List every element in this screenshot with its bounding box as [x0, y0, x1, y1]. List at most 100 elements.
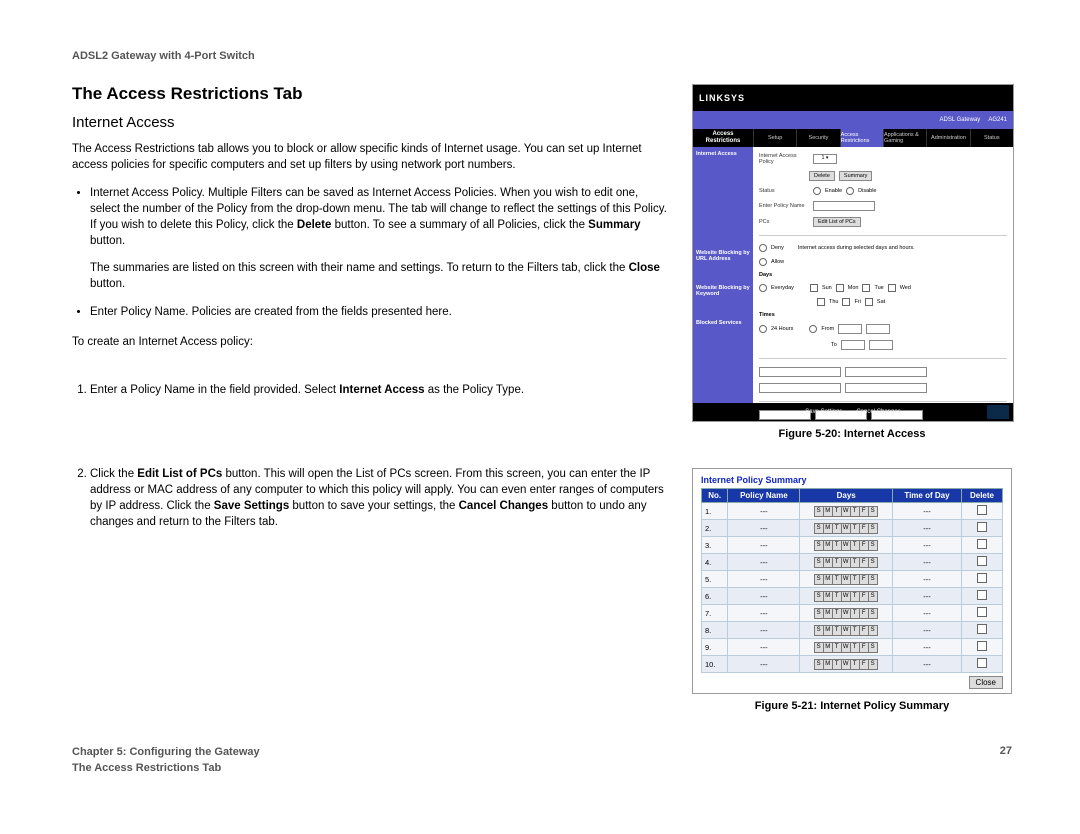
day-box: S	[868, 625, 878, 636]
disable-radio[interactable]	[846, 187, 854, 195]
days-heading: Days	[759, 272, 772, 278]
day-checkbox[interactable]	[865, 298, 873, 306]
delete-button[interactable]: Delete	[809, 171, 835, 181]
policy-name-input[interactable]	[813, 201, 875, 211]
day-box: S	[868, 506, 878, 517]
tab-security[interactable]: Security	[796, 129, 839, 147]
delete-checkbox[interactable]	[977, 556, 987, 566]
page-number: 27	[1000, 745, 1012, 776]
col-days: Days	[800, 489, 893, 503]
close-button[interactable]: Close	[969, 676, 1003, 689]
figure-policy-summary: Internet Policy Summary No. Policy Name …	[692, 468, 1012, 712]
status-label: Status	[759, 188, 809, 194]
instruction-lead: To create an Internet Access policy:	[72, 334, 670, 350]
policy-name-label: Enter Policy Name	[759, 203, 809, 209]
day-box: S	[868, 659, 878, 670]
delete-checkbox[interactable]	[977, 590, 987, 600]
delete-checkbox[interactable]	[977, 505, 987, 515]
tab-setup[interactable]: Setup	[753, 129, 796, 147]
tab-status[interactable]: Status	[970, 129, 1013, 147]
table-row: 9.---SMTWTFS---	[702, 639, 1003, 656]
router-side-labels: Internet Access Website Blocking by URL …	[693, 147, 753, 403]
step-item: Click the Edit List of PCs button. This …	[90, 466, 670, 530]
summary-button[interactable]: Summary	[839, 171, 873, 181]
bullet-list: Internet Access Policy. Multiple Filters…	[90, 185, 670, 320]
table-row: 3.---SMTWTFS---	[702, 537, 1003, 554]
enable-radio[interactable]	[813, 187, 821, 195]
figures-column: LINKSYS ADSL Gateway AG241 Access Restri…	[692, 84, 1012, 740]
day-box: S	[868, 642, 878, 653]
router-code: AG241	[988, 117, 1007, 123]
policy-label: Internet Access Policy	[759, 153, 809, 165]
nav-title-line: Restrictions	[706, 138, 741, 145]
delete-checkbox[interactable]	[977, 539, 987, 549]
day-checkbox[interactable]	[888, 284, 896, 292]
cancel-changes-button[interactable]: Cancel Changes	[856, 409, 900, 415]
delete-checkbox[interactable]	[977, 573, 987, 583]
subsection-title: Internet Access	[72, 114, 670, 131]
url-block-input[interactable]	[759, 367, 841, 377]
router-model: ADSL Gateway	[940, 117, 981, 123]
delete-checkbox[interactable]	[977, 641, 987, 651]
figure-caption: Figure 5-21: Internet Policy Summary	[692, 700, 1012, 712]
edit-list-pcs-button[interactable]: Edit List of PCs	[813, 217, 861, 227]
from-min-select[interactable]	[866, 324, 890, 334]
table-row: 10.---SMTWTFS---	[702, 656, 1003, 673]
pcs-label: PCs	[759, 219, 809, 225]
summary-table: No. Policy Name Days Time of Day Delete …	[701, 488, 1003, 673]
day-box: S	[868, 557, 878, 568]
day-checkbox[interactable]	[817, 298, 825, 306]
times-heading: Times	[759, 312, 775, 318]
delete-checkbox[interactable]	[977, 607, 987, 617]
day-checkbox[interactable]	[842, 298, 850, 306]
policy-select[interactable]: 1 ▾	[813, 154, 837, 164]
day-checkbox[interactable]	[862, 284, 870, 292]
cisco-logo	[987, 405, 1009, 419]
delete-checkbox[interactable]	[977, 658, 987, 668]
day-checkbox[interactable]	[810, 284, 818, 292]
deny-desc: Internet access during selected days and…	[798, 245, 915, 251]
url-block-input[interactable]	[845, 383, 927, 393]
router-brand: LINKSYS	[693, 85, 1013, 111]
tab-applications-gaming[interactable]: Applications & Gaming	[883, 129, 926, 147]
figure-internet-access: LINKSYS ADSL Gateway AG241 Access Restri…	[692, 84, 1012, 440]
deny-radio[interactable]	[759, 244, 767, 252]
steps-list: Enter a Policy Name in the field provide…	[90, 382, 670, 530]
to-min-select[interactable]	[869, 340, 893, 350]
table-row: 2.---SMTWTFS---	[702, 520, 1003, 537]
url-block-input[interactable]	[759, 383, 841, 393]
footer-chapter: Chapter 5: Configuring the Gateway	[72, 745, 260, 760]
tab-access-restrictions[interactable]: Access Restrictions	[840, 129, 883, 147]
col-no: No.	[702, 489, 728, 503]
day-box: S	[868, 523, 878, 534]
table-row: 1.---SMTWTFS---	[702, 503, 1003, 520]
everyday-radio[interactable]	[759, 284, 767, 292]
day-box: S	[868, 608, 878, 619]
table-row: 6.---SMTWTFS---	[702, 588, 1003, 605]
24hours-radio[interactable]	[759, 325, 767, 333]
from-radio[interactable]	[809, 325, 817, 333]
col-policy-name: Policy Name	[728, 489, 800, 503]
nav-title-line: Access	[712, 131, 733, 138]
save-settings-button[interactable]: Save Settings	[805, 409, 842, 415]
summary-title: Internet Policy Summary	[701, 475, 1003, 485]
router-tabs: Setup Security Access Restrictions Appli…	[753, 129, 1013, 147]
day-checkbox[interactable]	[836, 284, 844, 292]
col-time: Time of Day	[892, 489, 961, 503]
delete-checkbox[interactable]	[977, 522, 987, 532]
figure-caption: Figure 5-20: Internet Access	[692, 428, 1012, 440]
url-block-input[interactable]	[845, 367, 927, 377]
table-row: 5.---SMTWTFS---	[702, 571, 1003, 588]
from-hour-select[interactable]	[838, 324, 862, 334]
col-delete: Delete	[961, 489, 1002, 503]
allow-radio[interactable]	[759, 258, 767, 266]
delete-checkbox[interactable]	[977, 624, 987, 634]
day-box: S	[868, 540, 878, 551]
keyword-input[interactable]	[759, 410, 811, 420]
tab-administration[interactable]: Administration	[926, 129, 969, 147]
day-box: S	[868, 591, 878, 602]
intro-paragraph: The Access Restrictions tab allows you t…	[72, 141, 670, 173]
table-row: 8.---SMTWTFS---	[702, 622, 1003, 639]
main-text-column: The Access Restrictions Tab Internet Acc…	[72, 84, 670, 740]
to-hour-select[interactable]	[841, 340, 865, 350]
